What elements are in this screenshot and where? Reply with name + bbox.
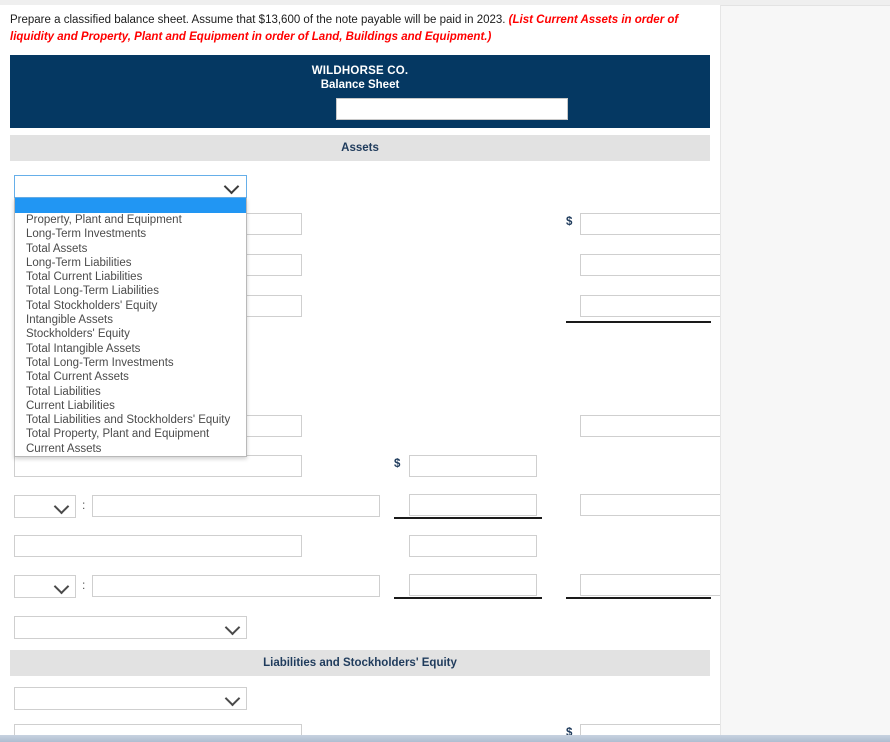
- dropdown-option[interactable]: Property, Plant and Equipment: [15, 213, 246, 227]
- dropdown-option[interactable]: Total Assets: [15, 242, 246, 256]
- dropdown-option[interactable]: Long-Term Investments: [15, 227, 246, 241]
- colon-separator: :: [82, 498, 86, 512]
- chevron-down-icon: [53, 498, 70, 514]
- dropdown-option[interactable]: Total Liabilities and Stockholders' Equi…: [15, 413, 246, 427]
- chevron-down-icon: [53, 578, 70, 594]
- section-band-liabilities-equity: Liabilities and Stockholders' Equity: [10, 650, 710, 676]
- subtotal-rule: [566, 321, 711, 323]
- amount-input[interactable]: [580, 295, 720, 317]
- dropdown-option[interactable]: Long-Term Liabilities: [15, 256, 246, 270]
- dollar-sign: $: [566, 216, 573, 228]
- page-root: Prepare a classified balance sheet. Assu…: [0, 0, 890, 742]
- subtotal-rule: [394, 517, 542, 519]
- line-label-input[interactable]: [92, 575, 380, 597]
- dropdown-option[interactable]: Total Stockholders' Equity: [15, 299, 246, 313]
- dropdown-option[interactable]: Total Liabilities: [15, 385, 246, 399]
- dropdown-option[interactable]: Total Long-Term Liabilities: [15, 284, 246, 298]
- amount-input[interactable]: [580, 574, 720, 596]
- dropdown-option[interactable]: Total Long-Term Investments: [15, 356, 246, 370]
- asset-section-select[interactable]: [14, 175, 247, 198]
- total-assets-select[interactable]: [14, 616, 247, 639]
- dropdown-option[interactable]: Total Intangible Assets: [15, 342, 246, 356]
- line-label-input[interactable]: [14, 455, 302, 477]
- dropdown-option[interactable]: [15, 198, 246, 213]
- amount-input[interactable]: [409, 494, 537, 516]
- dropdown-option[interactable]: Current Liabilities: [15, 399, 246, 413]
- amount-input[interactable]: [409, 574, 537, 596]
- dropdown-option[interactable]: Current Assets: [15, 442, 246, 456]
- subtotal-rule: [566, 597, 711, 599]
- dropdown-option[interactable]: Stockholders' Equity: [15, 327, 246, 341]
- chevron-down-icon: [223, 178, 240, 194]
- chevron-down-icon: [224, 619, 241, 635]
- amount-input[interactable]: [580, 254, 720, 276]
- amount-input[interactable]: [409, 535, 537, 557]
- colon-separator: :: [82, 578, 86, 592]
- dropdown-option[interactable]: Total Current Assets: [15, 370, 246, 384]
- line-type-select[interactable]: [14, 495, 76, 518]
- dropdown-option[interactable]: Total Current Liabilities: [15, 270, 246, 284]
- line-label-input[interactable]: [14, 535, 302, 557]
- worksheet-content: Prepare a classified balance sheet. Assu…: [0, 5, 721, 737]
- amount-input[interactable]: [580, 494, 720, 516]
- liability-section-select[interactable]: [14, 687, 247, 710]
- chevron-down-icon: [224, 690, 241, 706]
- window-bottom-bar: [0, 735, 890, 742]
- amount-input[interactable]: [580, 213, 720, 235]
- dropdown-option[interactable]: Intangible Assets: [15, 313, 246, 327]
- line-type-select[interactable]: [14, 575, 76, 598]
- amount-input[interactable]: [409, 455, 537, 477]
- line-label-input[interactable]: [92, 495, 380, 517]
- dropdown-option[interactable]: Total Property, Plant and Equipment: [15, 427, 246, 441]
- asset-section-dropdown-list[interactable]: Property, Plant and Equipment Long-Term …: [14, 198, 247, 458]
- subtotal-rule: [394, 597, 542, 599]
- amount-input[interactable]: [580, 415, 720, 437]
- dollar-sign: $: [394, 458, 401, 470]
